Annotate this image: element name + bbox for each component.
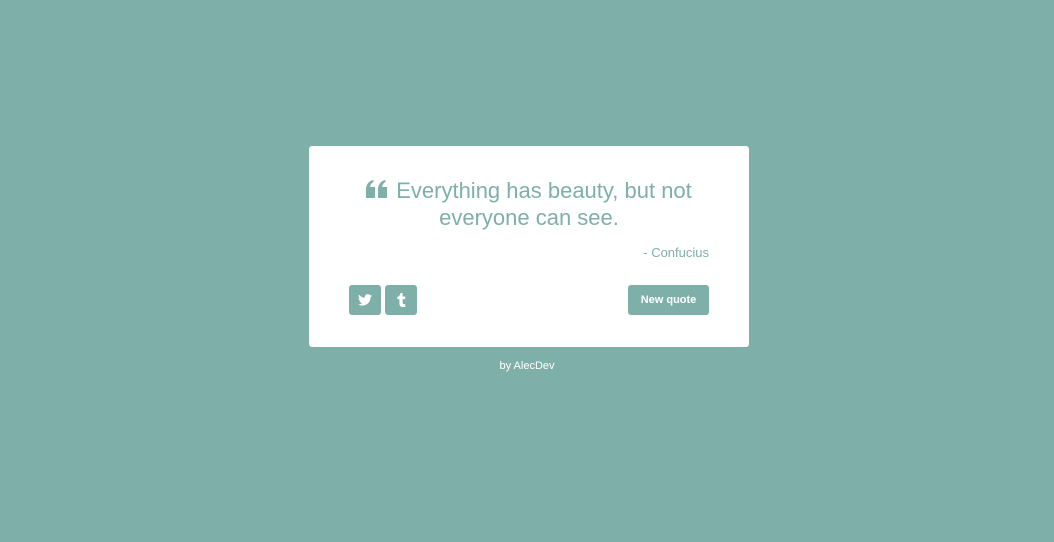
footer-prefix: by — [499, 360, 514, 372]
footer-credit: by AlecDev — [0, 359, 1054, 373]
tweet-button[interactable] — [349, 285, 381, 315]
quote-body: Everything has beauty, but not everyone … — [396, 178, 692, 230]
quote-left-icon — [366, 180, 388, 198]
quote-text: Everything has beauty, but not everyone … — [349, 177, 709, 231]
quote-author: - Confucius — [643, 245, 709, 260]
twitter-icon — [358, 294, 372, 306]
tumblr-icon — [396, 293, 406, 307]
tumblr-share-button[interactable] — [385, 285, 417, 315]
footer-author-link[interactable]: AlecDev — [514, 360, 555, 372]
quote-card: Everything has beauty, but not everyone … — [309, 146, 749, 347]
new-quote-button[interactable]: New quote — [628, 285, 709, 315]
